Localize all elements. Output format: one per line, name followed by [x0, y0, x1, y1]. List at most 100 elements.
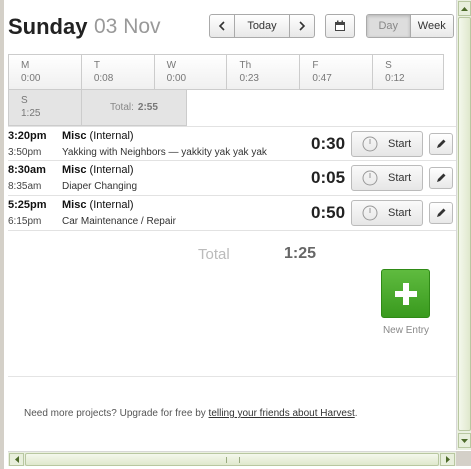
chevron-right-icon	[299, 21, 306, 31]
edit-entry-button[interactable]	[429, 202, 453, 224]
date-subtitle: 03 Nov	[94, 15, 161, 38]
upgrade-note: Need more projects? Upgrade for free by …	[24, 408, 358, 419]
day-cell-sunday[interactable]: S 1:25	[8, 90, 81, 126]
day-total: Total 1:25	[198, 244, 358, 268]
tell-friends-link[interactable]: telling your friends about Harvest	[209, 408, 355, 419]
start-label: Start	[388, 138, 412, 150]
day-cell-monday[interactable]: M 0:00	[8, 54, 81, 90]
day-hours: 0:23	[239, 73, 259, 84]
day-abbr: M	[21, 60, 30, 71]
view-toggle: Day Week	[366, 14, 454, 38]
day-cell-friday[interactable]: F 0:47	[299, 54, 373, 90]
app-window: Sunday 03 Nov Today Day Week M 0:00 T 0:…	[0, 0, 471, 469]
time-entry-row: 8:30am 8:35am Misc (Internal) Diaper Cha…	[8, 161, 456, 196]
next-day-button[interactable]	[290, 15, 314, 37]
entry-end-time: 8:35am	[8, 181, 42, 192]
new-entry-label: New Entry	[382, 325, 430, 336]
entry-notes: Diaper Changing	[62, 181, 138, 192]
start-timer-button[interactable]: Start	[351, 200, 423, 226]
today-button[interactable]: Today	[234, 15, 290, 37]
entry-start-time: 3:20pm	[8, 130, 47, 142]
start-label: Start	[388, 207, 412, 219]
day-total-value: 1:25	[284, 245, 317, 262]
entry-project-name: Misc	[62, 130, 87, 142]
vertical-scroll-thumb[interactable]	[458, 17, 471, 431]
day-hours: 0:08	[93, 73, 114, 84]
clock-icon	[362, 136, 378, 152]
new-entry-button[interactable]	[381, 269, 430, 318]
pencil-icon	[437, 208, 446, 217]
scroll-right-arrow[interactable]	[440, 453, 455, 466]
entry-duration: 0:50	[311, 203, 346, 222]
start-timer-button[interactable]: Start	[351, 165, 423, 191]
scroll-down-arrow[interactable]	[458, 433, 471, 448]
day-cell-saturday[interactable]: S 0:12	[372, 54, 444, 90]
clock-icon	[362, 205, 378, 221]
day-hours: 0:00	[21, 73, 41, 84]
view-day-button[interactable]: Day	[367, 15, 411, 37]
edit-entry-button[interactable]	[429, 167, 453, 189]
entry-task: (Internal)	[89, 199, 134, 211]
week-total: Total: 2:55	[81, 90, 187, 126]
start-timer-button[interactable]: Start	[351, 131, 423, 157]
entry-notes: Yakking with Neighbors — yakkity yak yak…	[62, 147, 267, 158]
entry-project-name: Misc	[62, 199, 87, 211]
prev-day-button[interactable]	[210, 15, 234, 37]
upgrade-text: Need more projects? Upgrade for free by	[24, 408, 209, 419]
day-cell-tuesday[interactable]: T 0:08	[80, 54, 154, 90]
entry-task: (Internal)	[89, 164, 134, 176]
clock-icon	[362, 170, 378, 186]
day-hours: 0:12	[385, 73, 405, 84]
plus-icon	[394, 282, 417, 305]
week-strip: M 0:00 T 0:08 W 0:00 Th 0:23 F 0:47 S 0:…	[8, 54, 444, 126]
scroll-left-arrow[interactable]	[9, 453, 24, 466]
horizontal-scroll-thumb[interactable]	[25, 453, 439, 466]
footer-divider	[8, 376, 456, 377]
week-total-label: Total:	[110, 102, 134, 113]
scroll-up-arrow[interactable]	[458, 1, 471, 16]
vertical-scrollbar[interactable]	[456, 0, 471, 450]
day-cell-wednesday[interactable]: W 0:00	[153, 54, 227, 90]
calendar-icon	[335, 20, 345, 31]
view-week-button[interactable]: Week	[410, 15, 453, 37]
week-row-1: M 0:00 T 0:08 W 0:00 Th 0:23 F 0:47 S 0:…	[8, 54, 444, 90]
time-entry-row: 5:25pm 6:15pm Misc (Internal) Car Mainte…	[8, 196, 456, 231]
time-entry-row: 3:20pm 3:50pm Misc (Internal) Yakking wi…	[8, 126, 456, 161]
chevron-left-icon	[218, 21, 225, 31]
week-total-value: 2:55	[137, 102, 158, 113]
pencil-icon	[437, 139, 446, 148]
day-abbr: F	[312, 60, 319, 71]
day-abbr: T	[93, 60, 100, 71]
horizontal-scrollbar[interactable]	[8, 451, 456, 466]
entry-start-time: 5:25pm	[8, 199, 47, 211]
entry-duration: 0:05	[311, 168, 346, 187]
pencil-icon	[437, 173, 446, 182]
entry-task: (Internal)	[89, 130, 134, 142]
time-entries-list: 3:20pm 3:50pm Misc (Internal) Yakking wi…	[8, 126, 456, 231]
day-header: Sunday 03 Nov Today Day Week	[8, 10, 456, 46]
entry-project-name: Misc	[62, 164, 87, 176]
upgrade-suffix: .	[354, 408, 358, 419]
day-cell-thursday[interactable]: Th 0:23	[226, 54, 300, 90]
day-abbr: S	[21, 95, 28, 106]
scroll-grip	[226, 457, 240, 463]
entry-duration: 0:30	[311, 134, 346, 153]
triangle-down-icon	[461, 438, 468, 443]
edit-entry-button[interactable]	[429, 133, 453, 155]
day-hours: 1:25	[21, 108, 41, 119]
entry-project: Misc (Internal)	[62, 164, 134, 176]
day-abbr: S	[385, 60, 392, 71]
day-hours: 0:00	[166, 73, 187, 84]
entry-start-time: 8:30am	[8, 164, 46, 176]
day-total-label: Total	[198, 246, 230, 263]
day-abbr: Th	[239, 60, 252, 71]
entry-project: Misc (Internal)	[62, 199, 134, 211]
entry-end-time: 6:15pm	[8, 216, 42, 227]
calendar-button[interactable]	[325, 14, 355, 38]
triangle-left-icon	[14, 456, 19, 463]
triangle-right-icon	[445, 456, 450, 463]
entry-project: Misc (Internal)	[62, 130, 134, 142]
entry-notes: Car Maintenance / Repair	[62, 216, 176, 227]
day-hours: 0:47	[312, 73, 332, 84]
triangle-up-icon	[461, 6, 468, 11]
